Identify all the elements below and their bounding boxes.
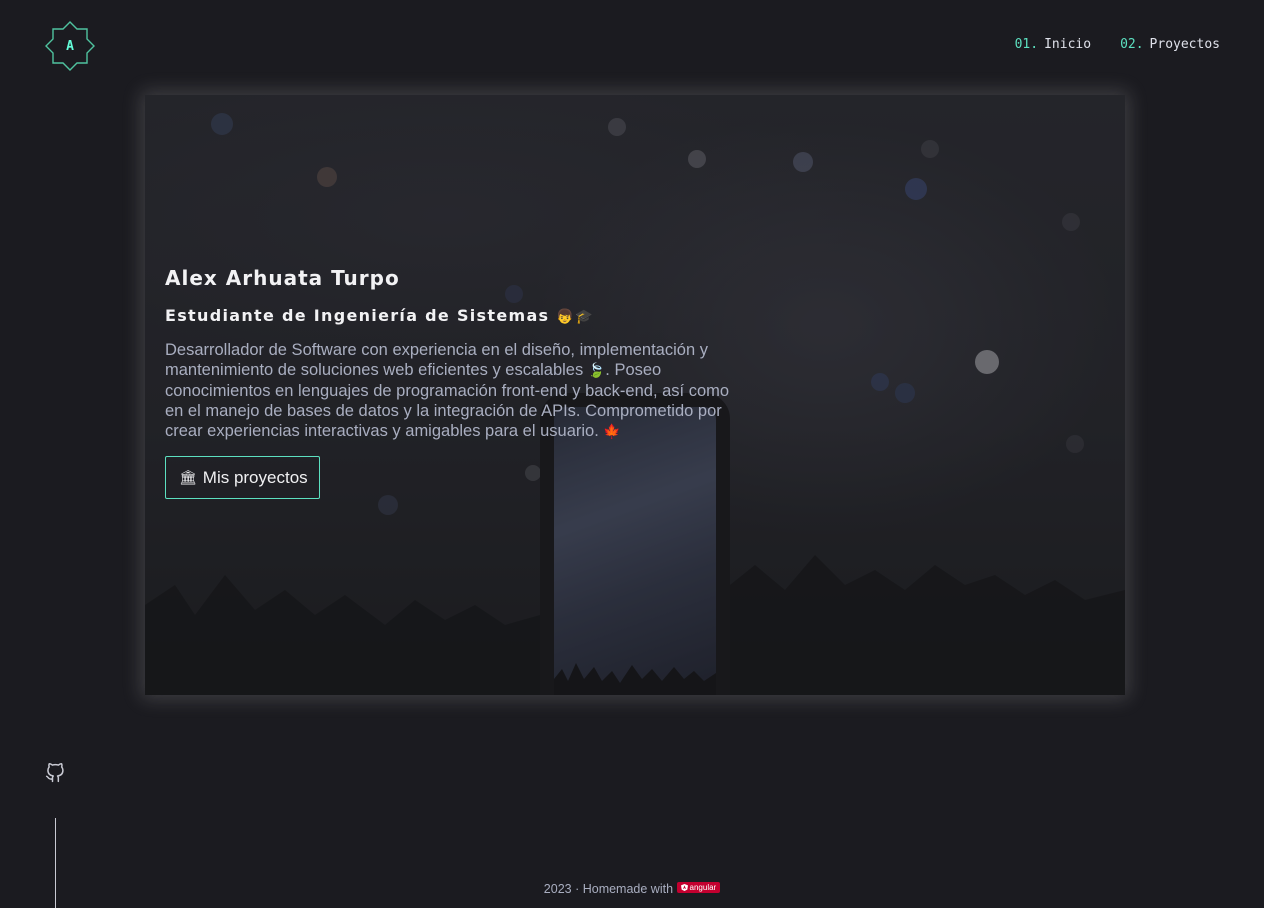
main-nav: 01. Inicio 02. Proyectos <box>1015 37 1220 52</box>
hero-role: Estudiante de Ingeniería de Sistemas 👦🎓 <box>165 306 745 325</box>
angular-badge: angular <box>676 882 721 893</box>
hero-description: Desarrollador de Software con experienci… <box>165 340 740 441</box>
hero-name: Alex Arhuata Turpo <box>165 266 400 290</box>
hero-role-text: Estudiante de Ingeniería de Sistemas <box>165 306 550 325</box>
nav-number: 01. <box>1014 37 1039 52</box>
nav-label: Proyectos <box>1149 37 1220 52</box>
hero-content: Alex Arhuata Turpo Estudiante de Ingenie… <box>165 266 745 500</box>
button-label: Mis proyectos <box>202 467 308 487</box>
footer: 2023 · Homemade with angular <box>0 882 1264 896</box>
nav-label: Inicio <box>1044 37 1092 52</box>
student-emoji-icon: 👦🎓 <box>556 309 594 325</box>
github-icon[interactable] <box>45 763 65 783</box>
angular-logo-icon <box>680 884 688 891</box>
museum-icon: 🏛 <box>179 469 197 486</box>
mis-proyectos-button[interactable]: 🏛 Mis proyectos <box>165 456 320 500</box>
hero-banner: Alex Arhuata Turpo Estudiante de Ingenie… <box>145 95 1125 695</box>
page: A 01. Inicio 02. Proyectos Alex Arhuata … <box>0 0 1264 908</box>
leaf-emoji-icon: 🍃 <box>587 362 606 379</box>
nav-number: 02. <box>1120 37 1144 52</box>
maple-leaf-emoji-icon: 🍁 <box>603 423 621 440</box>
site-logo[interactable]: A <box>44 20 96 72</box>
angular-badge-label: angular <box>689 883 717 892</box>
footer-text: 2023 · Homemade with <box>543 882 674 896</box>
nav-item-proyectos[interactable]: 02. Proyectos <box>1120 37 1220 52</box>
logo-letter: A <box>66 38 74 54</box>
nav-item-inicio[interactable]: 01. Inicio <box>1015 37 1091 52</box>
